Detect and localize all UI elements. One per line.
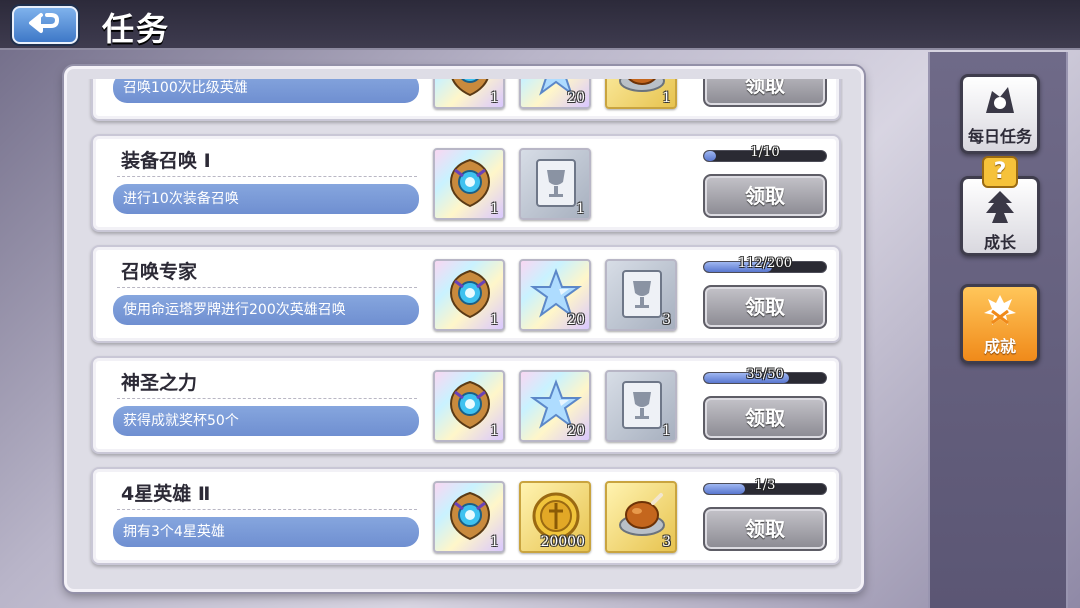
reward-item[interactable]: 1 xyxy=(519,148,591,220)
task-title: 装备召唤 Ⅰ xyxy=(121,150,211,172)
daily-task-icon xyxy=(986,87,1014,113)
task-description: 进行10次装备召唤 xyxy=(113,184,419,214)
reward-item[interactable]: 1 xyxy=(605,79,677,109)
task-title: 4星英雄 Ⅱ xyxy=(121,483,211,505)
roast-chicken-icon xyxy=(619,493,665,536)
back-button[interactable] xyxy=(12,6,78,44)
task-card: 装备召唤 Ⅰ 进行10次装备召唤 1 1 1/10 领取 xyxy=(91,134,841,232)
roast-chicken-icon xyxy=(619,79,665,92)
task-description: 使用命运塔罗牌进行200次英雄召唤 xyxy=(113,295,419,325)
reward-count: 1 xyxy=(490,423,499,439)
trophy-card-icon xyxy=(622,270,662,318)
task-card: 召唤专家使用命运塔罗牌进行200次英雄召唤 1 20 3 112/200 领取 xyxy=(91,245,841,343)
reward-count: 20 xyxy=(567,312,585,328)
trophy-card-icon xyxy=(622,381,662,429)
reward-count: 20000 xyxy=(540,534,585,550)
task-title: 神圣之力 xyxy=(121,372,198,394)
help-badge[interactable]: ? xyxy=(982,156,1018,188)
reward-item[interactable]: 1 xyxy=(605,370,677,442)
reward-item[interactable]: 1 xyxy=(433,259,505,331)
emblem-icon xyxy=(449,269,491,319)
emblem-icon xyxy=(451,79,489,97)
nav-daily-tasks-button[interactable]: 每日任务 xyxy=(960,74,1040,154)
reward-count: 20 xyxy=(567,423,585,439)
task-card: 4星英雄 Ⅱ 拥有3个4星英雄 1 20000 3 1/3 领取 xyxy=(91,467,841,565)
nav-growth-label: 成长 xyxy=(983,233,1016,252)
reward-item[interactable]: 1 xyxy=(433,148,505,220)
reward-item[interactable]: 1 xyxy=(433,79,505,109)
reward-count: 3 xyxy=(662,312,671,328)
reward-item[interactable]: 1 xyxy=(433,481,505,553)
nav-achievement-label: 成就 xyxy=(983,337,1016,356)
reward-count: 1 xyxy=(490,312,499,328)
reward-item[interactable]: 3 xyxy=(605,481,677,553)
reward-count: 1 xyxy=(490,90,499,106)
task-divider xyxy=(117,509,417,510)
task-divider xyxy=(117,398,417,399)
nav-growth-button[interactable]: 成长 xyxy=(960,176,1040,256)
emblem-icon xyxy=(449,491,491,541)
reward-item[interactable]: 3 xyxy=(605,259,677,331)
claim-button[interactable]: 领取 xyxy=(703,396,827,440)
page-title: 任务 xyxy=(102,10,171,48)
reward-item[interactable]: 20 xyxy=(519,259,591,331)
task-divider xyxy=(117,287,417,288)
task-description: 获得成就奖杯50个 xyxy=(113,406,419,436)
progress-text: 35/50 xyxy=(746,367,784,382)
growth-icon xyxy=(986,191,1014,223)
reward-count: 1 xyxy=(490,201,499,217)
reward-item[interactable]: 1 xyxy=(433,370,505,442)
reward-count: 1 xyxy=(490,534,499,550)
reward-count: 3 xyxy=(662,534,671,550)
reward-count: 1 xyxy=(576,201,585,217)
progress-text: 1/3 xyxy=(754,478,776,493)
task-title: 召唤专家 xyxy=(121,261,198,283)
claim-button[interactable]: 领取 xyxy=(703,285,827,329)
reward-item[interactable]: 20 xyxy=(519,370,591,442)
claim-button[interactable]: 领取 xyxy=(703,174,827,218)
reward-count: 1 xyxy=(662,423,671,439)
nav-daily-tasks-label: 每日任务 xyxy=(967,127,1032,146)
emblem-icon xyxy=(449,158,491,208)
task-card: 神圣之力获得成就奖杯50个 1 20 1 35/50 领取 xyxy=(91,356,841,454)
back-arrow-icon xyxy=(29,13,59,33)
task-divider xyxy=(117,176,417,177)
reward-item[interactable]: 20000 xyxy=(519,481,591,553)
claim-button[interactable]: 领取 xyxy=(703,507,827,551)
emblem-icon xyxy=(449,380,491,430)
reward-count: 20 xyxy=(567,90,585,106)
progress-text: 1/10 xyxy=(750,145,780,160)
task-panel: 召唤100次比级英雄 1 20 1 领取 装备召唤 Ⅰ 进行10次装备召唤 1 1 1/10 领取召… xyxy=(64,66,864,592)
top-bar: 任务 xyxy=(0,0,1080,50)
task-description: 拥有3个4星英雄 xyxy=(113,517,419,547)
task-description: 召唤100次比级英雄 xyxy=(113,79,419,103)
trophy-card-icon xyxy=(536,159,576,207)
progress-text: 112/200 xyxy=(737,256,792,271)
nav-achievement-button[interactable]: 成就 xyxy=(960,284,1040,364)
task-list[interactable]: 召唤100次比级英雄 1 20 1 领取 装备召唤 Ⅰ 进行10次装备召唤 1 1 1/10 领取召… xyxy=(85,79,843,585)
reward-count: 1 xyxy=(662,90,671,106)
task-card: 召唤100次比级英雄 1 20 1 领取 xyxy=(91,79,841,121)
claim-button[interactable]: 领取 xyxy=(703,79,827,107)
reward-item[interactable]: 20 xyxy=(519,79,591,109)
achievement-icon xyxy=(984,295,1016,325)
